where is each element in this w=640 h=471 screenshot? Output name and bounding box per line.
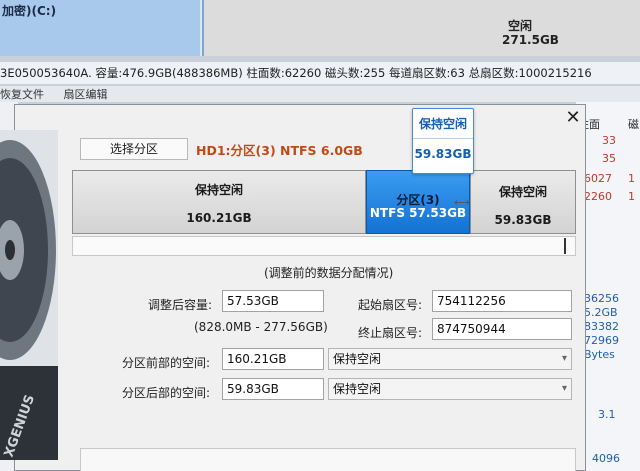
partition-c-label: 加密)(C:)	[2, 4, 57, 18]
partition-layout-bar[interactable]: 保持空闲 160.21GB 分区(3) NTFS 57.53GB 保持空闲 59…	[72, 170, 576, 234]
space-after-select[interactable]: 保持空闲 ▾	[328, 378, 572, 400]
free-space-before-segment[interactable]: 保持空闲 160.21GB	[72, 170, 366, 234]
table-cell: 1	[628, 172, 635, 185]
space-after-input[interactable]: 59.83GB	[222, 378, 324, 400]
info-value: 5.2GB	[584, 306, 618, 319]
table-cell: 35	[602, 152, 616, 165]
background-menu: 恢复文件 扇区编辑	[0, 86, 640, 102]
end-sector-input[interactable]: 874750944	[432, 318, 572, 340]
space-after-option: 保持空闲	[333, 382, 382, 396]
space-before-input[interactable]: 160.21GB	[222, 348, 324, 370]
partition-c-block[interactable]: 加密)(C:)	[0, 0, 200, 56]
segment-label: 保持空闲	[498, 185, 547, 199]
partition-data-strip	[72, 236, 576, 256]
resized-capacity-label: 调整后容量:	[148, 298, 213, 312]
space-after-label: 分区后部的空间:	[122, 386, 211, 400]
info-value: 72969	[584, 334, 619, 347]
menu-item-recover-files[interactable]: 恢复文件	[0, 88, 44, 101]
info-value: 3.1	[598, 408, 616, 421]
disk-info-line: 3E050053640A. 容量:476.9GB(488386MB) 柱面数:6…	[0, 62, 640, 84]
position-marker	[564, 238, 566, 254]
space-before-select[interactable]: 保持空闲 ▾	[328, 348, 572, 370]
start-sector-input[interactable]: 754112256	[432, 290, 572, 312]
free-space-label: 空闲	[508, 19, 533, 33]
close-icon[interactable]: ✕	[561, 106, 585, 130]
tooltip-size: 59.83GB	[414, 147, 472, 161]
chevron-down-icon: ▾	[561, 383, 567, 394]
free-space-size: 271.5GB	[502, 33, 559, 47]
info-value: 83382	[584, 320, 619, 333]
free-space-block[interactable]	[202, 0, 640, 56]
end-sector-label: 终止扇区号:	[358, 326, 423, 340]
menu-item-sector-edit[interactable]: 扇区编辑	[64, 88, 108, 101]
segment-size: 160.21GB	[186, 211, 252, 225]
options-panel	[80, 448, 576, 471]
table-cell: 33	[602, 134, 616, 147]
table-cell: 2260	[584, 190, 612, 203]
info-value: 4096	[592, 452, 620, 465]
column-header-partial: 磁	[628, 118, 639, 131]
space-before-option: 保持空闲	[333, 352, 382, 366]
segment-label: 保持空闲	[194, 183, 243, 197]
segment-tooltip: 保持空闲 59.83GB	[412, 108, 474, 174]
capacity-range-text: (828.0MB - 277.56GB)	[194, 320, 328, 334]
hard-disk-illustration: XGENIUS	[0, 130, 58, 460]
segment-size: 59.83GB	[494, 213, 552, 227]
resized-capacity-input[interactable]: 57.53GB	[222, 290, 324, 312]
table-cell: 6027	[584, 172, 612, 185]
chevron-down-icon: ▾	[561, 353, 567, 364]
tooltip-divider	[413, 138, 473, 139]
info-value: 36256	[584, 292, 619, 305]
tooltip-title: 保持空闲	[418, 117, 467, 131]
table-cell: 1	[628, 190, 635, 203]
space-before-label: 分区前部的空间:	[122, 356, 211, 370]
selected-partition-name: HD1:分区(3) NTFS 6.0GB	[196, 143, 363, 158]
select-partition-label: 选择分区	[80, 138, 188, 160]
free-space-after-segment[interactable]: 保持空闲 59.83GB	[470, 170, 576, 234]
resize-handle-icon[interactable]: ⟷	[454, 196, 470, 209]
info-value: Bytes	[584, 348, 615, 361]
distribution-caption: (调整前的数据分配情况)	[264, 266, 394, 280]
start-sector-label: 起始扇区号:	[358, 298, 423, 312]
